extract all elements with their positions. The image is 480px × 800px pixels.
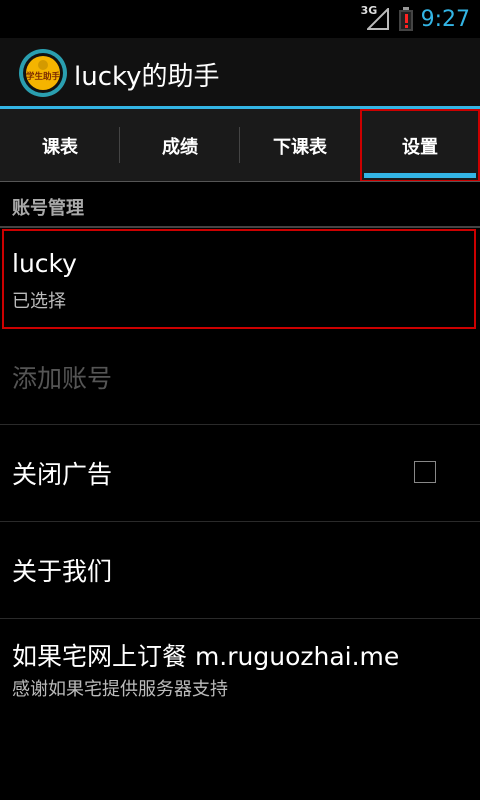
tab-label: 成绩 (162, 136, 198, 158)
account-item-lucky[interactable]: lucky 已选择 (0, 229, 480, 329)
tab-label: 课表 (42, 136, 78, 158)
about-us-item[interactable]: 关于我们 (0, 522, 480, 619)
tab-schedule[interactable]: 课表 (0, 109, 120, 182)
action-bar: 学生助手 lucky的助手 (0, 38, 480, 108)
tab-grades[interactable]: 成绩 (120, 109, 240, 182)
tab-highlight-box (360, 109, 480, 182)
battery-alert-icon (398, 7, 413, 31)
section-divider (0, 226, 480, 228)
ruguozhai-item[interactable]: 如果宅网上订餐 m.ruguozhai.me 感谢如果宅提供服务器支持 (0, 619, 480, 719)
status-bar: 3G 9:27 (0, 0, 480, 38)
svg-text:学生助手: 学生助手 (26, 71, 61, 82)
tab-next-schedule[interactable]: 下课表 (240, 109, 360, 182)
status-clock: 9:27 (420, 6, 470, 32)
account-highlight-box (2, 229, 476, 329)
ruguozhai-title: 如果宅网上订餐 m.ruguozhai.me (12, 642, 400, 671)
tab-settings[interactable]: 设置 (360, 109, 480, 182)
about-us-label: 关于我们 (12, 557, 113, 586)
status-icons: 3G 9:27 (361, 0, 470, 38)
close-ads-item[interactable]: 关闭广告 (0, 425, 480, 522)
close-ads-checkbox[interactable] (414, 461, 436, 483)
close-ads-label: 关闭广告 (12, 460, 113, 489)
section-header-account: 账号管理 (0, 182, 480, 228)
app-logo-icon[interactable]: 学生助手 (18, 48, 68, 98)
ruguozhai-summary: 感谢如果宅提供服务器支持 (12, 679, 228, 700)
section-header-label: 账号管理 (12, 198, 84, 219)
add-account-label: 添加账号 (12, 364, 113, 393)
signal-icon: 3G (361, 4, 391, 34)
app-title: lucky的助手 (74, 62, 220, 92)
tab-bar: 课表 成绩 下课表 设置 (0, 109, 480, 182)
tab-label: 下课表 (273, 136, 327, 158)
add-account-item[interactable]: 添加账号 (0, 329, 480, 425)
